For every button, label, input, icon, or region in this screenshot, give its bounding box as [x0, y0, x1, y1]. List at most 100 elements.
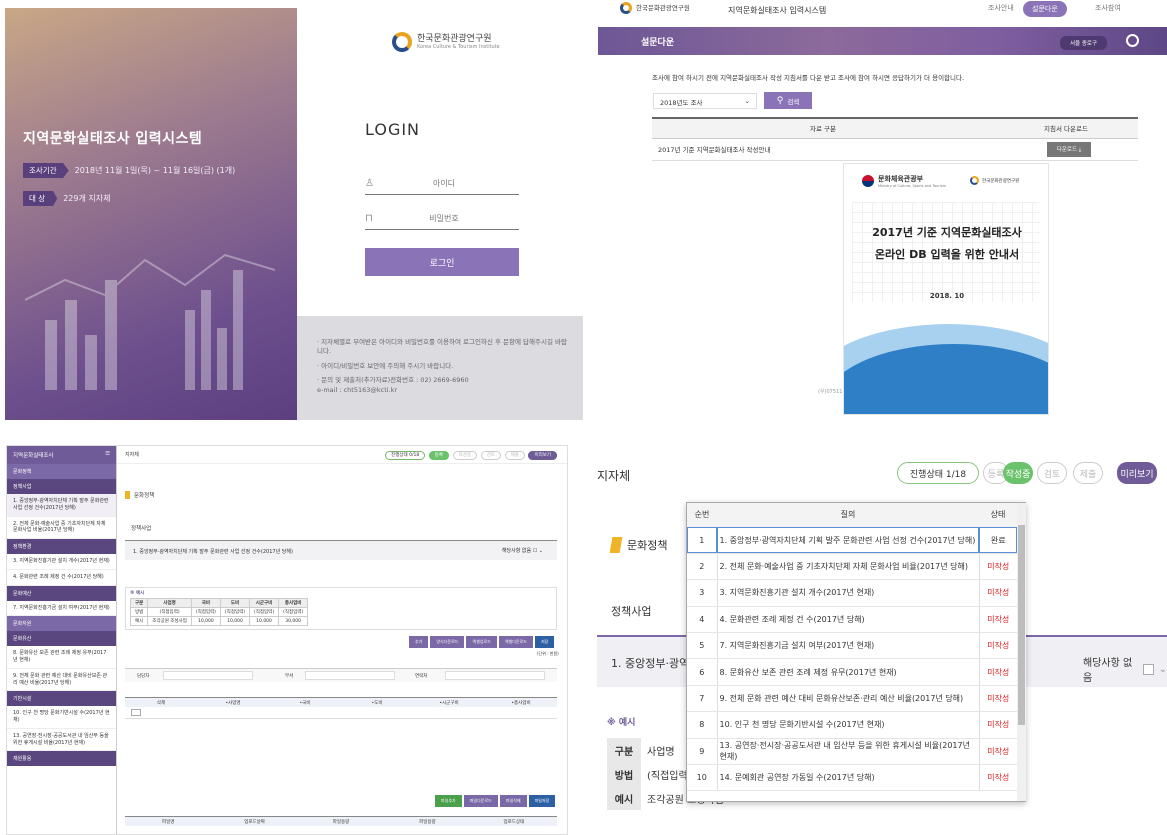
grid-toolbar: 추가 양식다운로드 엑셀업로드 엑셀다운로드 저장 [409, 636, 555, 648]
unit-label: (단위 : 천원) [537, 651, 559, 656]
na-toggle[interactable]: 해당사항 없음 ☐ ⌄ [502, 547, 543, 554]
question-status: 미작성 [979, 685, 1017, 713]
col-status: 상태 [979, 503, 1017, 528]
sidebar-item[interactable]: 9. 전체 문화 관련 예산 대비 문화유산보존·관리 예산 비율(2017년 … [7, 669, 116, 692]
sidebar-item[interactable]: 4. 문화관련 조례 제정 건 수(2017년 당해) [7, 570, 116, 586]
question-status: 미작성 [979, 738, 1017, 766]
sidebar-item[interactable]: 1. 중앙정부·광역자치단체 기획 발주 문화관련 사업 선정 건수(2017년… [7, 494, 116, 517]
manager-label: 담당자 [137, 674, 150, 679]
sidebar-section[interactable]: 정책환경 [7, 539, 116, 554]
status-register: 등록 [428, 450, 450, 460]
question-row[interactable]: 2 2. 전체 문화·예술사업 중 기초자치단체 자체 문화사업 비율(2017년… [687, 553, 1017, 581]
file-download-button[interactable]: 파일다운로드 [463, 795, 498, 807]
sidebar-section[interactable]: 재원활용 [7, 751, 116, 767]
nav-guide[interactable]: 조사안내 [988, 3, 1014, 13]
preview-button[interactable]: 미리보기 [1117, 462, 1157, 484]
excel-upload-button[interactable]: 엑셀업로드 [466, 636, 497, 648]
year-select[interactable]: 2018년도 조사 ⌄ [653, 93, 757, 109]
sidebar-section[interactable]: 문화유산 [7, 631, 116, 647]
sidebar-section[interactable]: 정책사업 [7, 479, 116, 494]
grid-col-header: •시군구비 [439, 701, 459, 706]
template-download-button[interactable]: 양식다운로드 [430, 636, 465, 648]
example-label: ※ 예시 [130, 591, 145, 596]
table-row: 2017년 기준 지역문화실태조사 작성안내 다운로드 ⤓ [652, 138, 1138, 161]
region-label: 지자체 [597, 469, 631, 483]
nav-participate[interactable]: 조사참여 [1095, 3, 1121, 13]
preview-button[interactable]: 미리보기 [528, 450, 557, 460]
login-button[interactable]: 로그인 [365, 248, 519, 276]
question-status: 미작성 [979, 764, 1017, 792]
question-row[interactable]: 3 3. 지역문화진흥기관 설치 개수(2017년 현재) 미작성 [687, 579, 1017, 607]
password-input[interactable] [379, 214, 509, 223]
sidebar-item[interactable]: 3. 지역문화진흥기관 설치 개수(2017년 현재) [7, 554, 116, 570]
question-list-zoom: 지자체 진행상태 1/18 등록 작성중 검토 제출 미리보기 문화정책 정책사… [597, 445, 1167, 835]
question-row[interactable]: 4 4. 문화관련 조례 제정 건 수(2017년 당해) 미작성 [687, 606, 1017, 634]
question-row[interactable]: 6 8. 문화유산 보존 관련 조례 제정 유무(2017년 현재) 미작성 [687, 658, 1017, 686]
download-label: 다운로드 [1056, 146, 1078, 153]
login-heading: LOGIN [365, 120, 421, 139]
table-cell: (직접입력) [248, 607, 280, 617]
question-row[interactable]: 5 7. 지역문화진흥기금 설치 여부(2017년 현재) 미작성 [687, 632, 1017, 660]
add-button[interactable]: 추가 [409, 636, 429, 648]
file-delete-button[interactable]: 파일삭제 [499, 795, 527, 807]
na-toggle[interactable]: 해당사항 없음 ⌄ [1083, 654, 1167, 684]
menu-icon[interactable]: ☰ [105, 451, 110, 459]
ministry-sub: Ministry of Culture, Sports and Tourism [878, 184, 947, 188]
question-row[interactable]: 8 10. 인구 천 명당 문화기반시설 수(2017년 현재) 미작성 [687, 711, 1017, 739]
question-title: 13. 공연장·전시장·공공도서관 내 임산부 등을 위한 휴게시설 비율(20… [717, 738, 980, 766]
save-button[interactable]: 저장 [534, 636, 555, 648]
sidebar-list: 문화정책 정책사업 1. 중앙정부·광역자치단체 기획 발주 문화관련 사업 선정 … [7, 464, 116, 767]
question-title: 4. 문화관련 조례 제정 건 수(2017년 당해) [717, 606, 980, 634]
grid-row[interactable] [125, 707, 557, 719]
question-row[interactable]: 9 13. 공연장·전시장·공공도서관 내 임산부 등을 위한 휴게시설 비율(2… [687, 738, 1017, 766]
status-writing: 작성중 [452, 450, 478, 460]
kcti-name: 한국문화관광연구원 [417, 33, 492, 44]
search-button[interactable]: ⚲ 검색 [764, 92, 812, 109]
sidebar-item[interactable]: 13. 공연장·전시장·공공도서관 내 임산부 등을 위한 휴게시설 비율(20… [7, 729, 116, 752]
table-cell: 구분 [129, 598, 149, 608]
sidebar-section[interactable]: 문화자원 [7, 616, 116, 632]
question-row[interactable]: 10 14. 문예회관 공연장 가동일 수(2017년 당해) 미작성 [687, 764, 1017, 792]
question-row[interactable]: 1 1. 중앙정부·광역자치단체 기획 발주 문화관련 사업 선정 건수(2017… [687, 527, 1017, 554]
table-row: 예시조각공원 조성사업10,00010,00010,00030,000 [129, 616, 309, 626]
status-review: 검토 [1037, 462, 1067, 484]
sidebar-item[interactable]: 8. 문화유산 보존 관련 조례 제정 유무(2017년 현재) [7, 646, 116, 669]
pencil-icon [125, 491, 130, 499]
chevron-down-icon: ⌄ [744, 97, 750, 105]
scroll-thumb[interactable] [1018, 525, 1025, 725]
id-input[interactable] [379, 179, 509, 188]
top-nav: 한국문화관광연구원 지역문화실태조사 입력시스템 조사안내 설문다운 조사참여 [598, 0, 1167, 22]
download-button[interactable]: 다운로드 ⤓ [1046, 141, 1092, 157]
table-cell: 국비 [190, 598, 221, 608]
na-checkbox[interactable] [1143, 663, 1154, 675]
status-review: 검토 [480, 450, 501, 460]
question-title: 9. 전체 문화 관련 예산 대비 문화유산보존·관리 예산 비율(2017년 … [717, 685, 980, 713]
sidebar-item[interactable]: 7. 지역문화진흥기금 설치 여부(2017년 현재) [7, 601, 116, 617]
sidebar-section[interactable]: 기반시설 [7, 691, 116, 707]
kcti-name: 한국문화관광연구원 [982, 178, 1020, 184]
chevron-down-icon: ⌄ [1158, 663, 1167, 675]
delete-checkbox[interactable] [131, 709, 141, 716]
file-save-button[interactable]: 파일저장 [528, 795, 556, 807]
popup-scrollbar[interactable] [1017, 503, 1026, 801]
question-order: 6 [687, 658, 718, 686]
question-row[interactable]: 7 9. 전체 문화 관련 예산 대비 문화유산보존·관리 예산 비율(2017년… [687, 685, 1017, 713]
file-col-header: 파일용량 [419, 820, 436, 825]
sidebar-section[interactable]: 문화정책 [7, 464, 116, 479]
sidebar-item[interactable]: 10. 인구 천 명당 문화기반시설 수(2017년 현재) [7, 706, 116, 729]
table-cell: 10,000 [219, 616, 251, 626]
section-title: 문화정책 [125, 491, 154, 499]
kcti-logo[interactable]: 한국문화관광연구원 [620, 2, 690, 14]
sidebar-item[interactable]: 2. 전체 문화·예술사업 중 기초자치단체 자체 문화사업 비율(2017년 … [7, 517, 116, 539]
power-icon[interactable] [1126, 34, 1139, 47]
file-add-button[interactable]: 파일추가 [435, 795, 462, 807]
table-cell: 10,000 [190, 616, 221, 626]
excel-download-button[interactable]: 엑셀다운로드 [498, 636, 533, 648]
manager-input[interactable] [163, 671, 253, 680]
phone-input[interactable] [445, 671, 545, 680]
col-download: 지침서 다운로드 [994, 117, 1138, 139]
dept-input[interactable] [305, 671, 395, 680]
nav-download[interactable]: 설문다운 [1023, 1, 1067, 17]
question-order: 4 [687, 606, 718, 634]
sidebar-section[interactable]: 문화예산 [7, 585, 116, 601]
